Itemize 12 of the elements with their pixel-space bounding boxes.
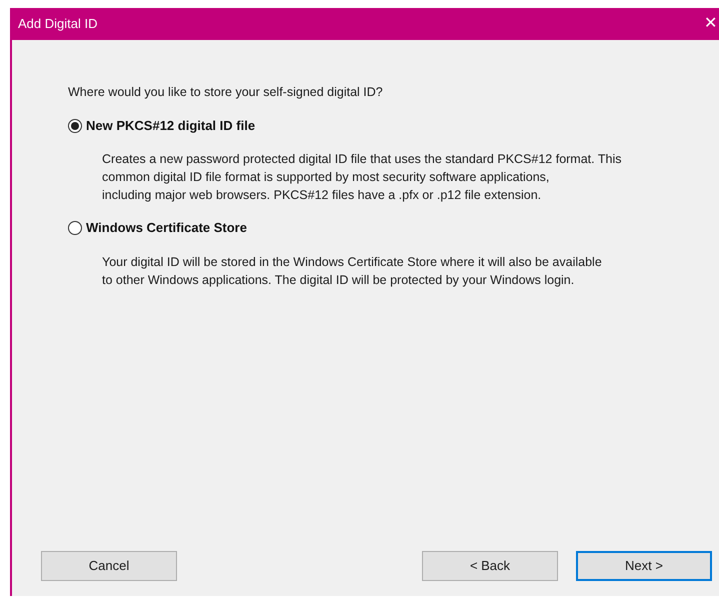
next-button[interactable]: Next > xyxy=(576,551,712,581)
radio-option[interactable]: New PKCS#12 digital ID file xyxy=(68,116,719,136)
radio-button[interactable] xyxy=(68,118,82,132)
radio-option[interactable]: Windows Certificate Store xyxy=(68,218,719,238)
question-text: Where would you like to store your self-signed digital ID? xyxy=(68,84,384,101)
back-button[interactable]: < Back xyxy=(422,551,558,581)
close-button[interactable]: ✕ xyxy=(704,12,717,36)
window-title: Add Digital ID xyxy=(18,15,98,34)
cancel-button[interactable]: Cancel xyxy=(41,551,177,581)
radio-button[interactable] xyxy=(68,221,82,235)
option-description: Creates a new password protected digital ID file that uses the standard PKCS#12 format. This common digital ID file format is supported by most security software applications, including major web browsers. PKCS#12 files have a .pfx or .p12 file extension. xyxy=(102,151,622,204)
option-description: Your digital ID will be stored in the Windows Certificate Store where it will also be available to other Windows applications. The digital ID will be protected by your Windows login. xyxy=(102,254,603,289)
